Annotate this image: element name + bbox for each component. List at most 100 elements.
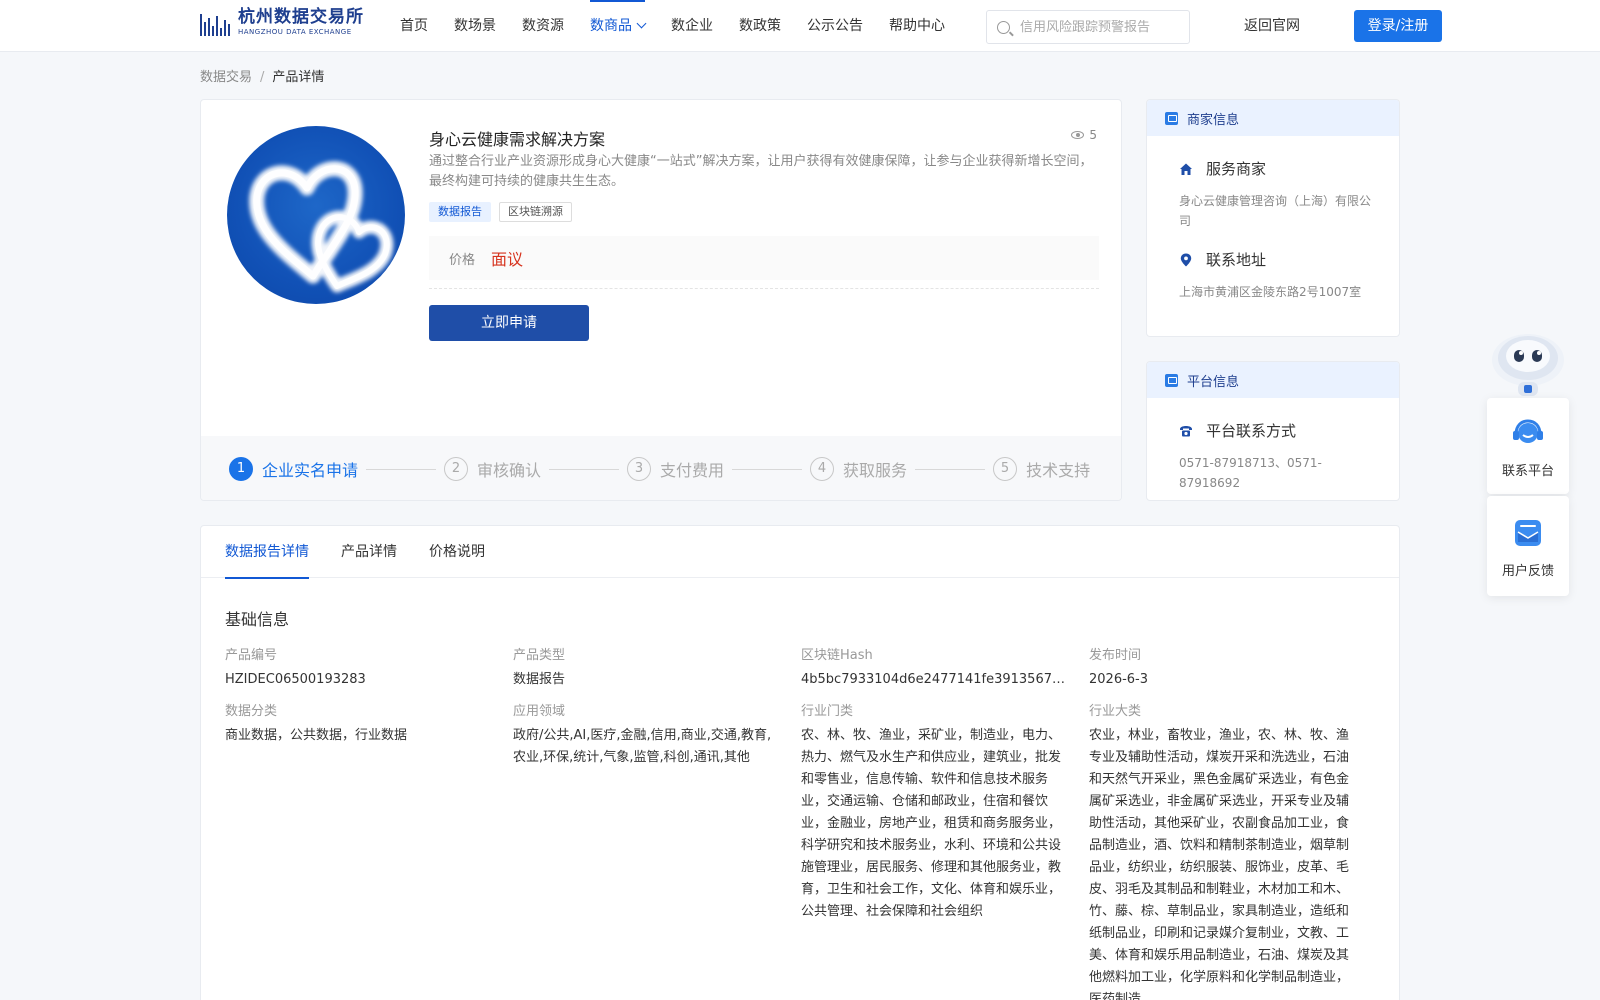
step-label: 获取服务 [843,461,908,480]
field-data-category: 数据分类 商业数据，公共数据，行业数据 [225,700,493,747]
breadcrumb-root[interactable]: 数据交易 [200,70,252,85]
field-publish-time: 发布时间 2026-6-3 [1089,644,1357,691]
field-label: 产品类型 [513,648,566,663]
field-value: 4b5bc7933104d6e2477141fe3913567974... [801,672,1069,687]
step-connector [549,468,620,470]
site-logo[interactable]: 杭州数据交易所 HANGZHOU DATA EXCHANGE [200,9,364,36]
merchant-info-header: 商家信息 [1147,100,1399,136]
search-box[interactable] [986,10,1190,44]
platform-info-title: 平台信息 [1187,374,1240,390]
contact-platform-widget[interactable]: 联系平台 [1487,398,1569,494]
platform-contact-row: 平台联系方式 0571-87918713、0571-87918692 [1147,420,1399,493]
info-card-icon [1165,111,1178,125]
step-2: 2 审核确认 [444,457,541,481]
product-description: 通过整合行业产业资源形成身心大健康“一站式”解决方案，让用户获得有效健康保障，让… [429,154,1093,189]
platform-info-header: 平台信息 [1147,362,1399,398]
user-feedback-label: 用户反馈 [1501,564,1554,579]
product-tags: 数据报告 区块链溯源 [429,202,572,222]
nav-home[interactable]: 首页 [400,0,428,52]
field-value: 农、林、牧、渔业，采矿业，制造业，电力、热力、燃气及水生产和供应业，建筑业，批发… [801,728,1062,919]
feedback-mail-icon [1515,520,1541,546]
tag-data-report: 数据报告 [429,202,491,222]
process-steps: 1 企业实名申请 2 审核确认 3 支付费用 4 获取服务 5 技术支持 [201,436,1121,500]
step-number: 3 [627,457,652,481]
merchant-address-row: 联系地址 上海市黄浦区金陵东路2号1007室 [1147,249,1399,302]
location-pin-icon [1180,253,1192,266]
platform-contact-title: 平台联系方式 [1206,422,1297,440]
field-industry-major: 行业大类 农业，林业，畜牧业，渔业，农、林、牧、渔专业及辅助性活动，煤炭开采和洗… [1089,700,1357,1000]
search-input[interactable] [1020,19,1180,35]
step-label: 技术支持 [1026,461,1091,480]
logo-subtitle: HANGZHOU DATA EXCHANGE [238,28,352,36]
user-feedback-widget[interactable]: 用户反馈 [1487,496,1569,596]
step-connector [732,468,803,470]
product-card: 身心云健康需求解决方案 5 通过整合行业产业资源形成身心大健康“一站式”解决方案… [200,99,1122,501]
step-connector [915,468,986,470]
details-card: 数据报告详情 产品详情 价格说明 基础信息 产品编号 HZIDEC0650019… [200,525,1400,1000]
step-3: 3 支付费用 [627,457,724,481]
main-nav: 首页 数场景 数资源 数商品 数企业 数政策 公示公告 帮助中心 [400,0,971,52]
field-application-domain: 应用领域 政府/公共,AI,医疗,金融,信用,商业,交通,教育,农业,环保,统计… [513,700,781,769]
platform-info-panel: 平台信息 平台联系方式 0571-87918713、0571-87918692 [1146,361,1400,501]
robot-mascot-icon [1492,334,1564,396]
step-number: 1 [229,457,253,481]
eye-icon [1071,131,1085,139]
field-label: 数据分类 [225,704,278,719]
field-label: 行业大类 [1089,704,1142,719]
details-tab-bar: 数据报告详情 产品详情 价格说明 [201,526,1399,579]
field-product-id: 产品编号 HZIDEC06500193283 [225,644,493,691]
basic-info-title: 基础信息 [225,610,290,629]
login-register-button[interactable]: 登录/注册 [1354,10,1442,42]
tab-data-report-details[interactable]: 数据报告详情 [225,526,309,579]
nav-products-label: 数商品 [590,18,632,34]
step-1: 1 企业实名申请 [229,457,358,481]
nav-enterprises[interactable]: 数企业 [671,0,713,52]
address-value: 上海市黄浦区金陵东路2号1007室 [1179,285,1362,299]
nav-scenes[interactable]: 数场景 [454,0,496,52]
breadcrumb: 数据交易 / 产品详情 [200,66,324,85]
field-label: 行业门类 [801,704,854,719]
apply-now-button[interactable]: 立即申请 [429,305,589,341]
search-icon[interactable] [997,20,1010,34]
field-value: 数据报告 [513,672,566,687]
top-header: 杭州数据交易所 HANGZHOU DATA EXCHANGE 首页 数场景 数资… [0,0,1600,52]
chevron-down-icon [636,18,647,29]
breadcrumb-current: 产品详情 [272,70,325,85]
nav-policies[interactable]: 数政策 [739,0,781,52]
nav-products[interactable]: 数商品 [590,0,647,52]
service-merchant-value: 身心云健康管理咨询（上海）有限公司 [1179,194,1372,228]
price-label: 价格 [449,252,476,268]
field-label: 应用领域 [513,704,566,719]
assistant-robot[interactable] [1490,326,1566,400]
field-blockchain-hash: 区块链Hash 4b5bc7933104d6e2477141fe39135679… [801,644,1069,691]
nav-announcements[interactable]: 公示公告 [807,0,863,52]
field-value: 商业数据，公共数据，行业数据 [225,728,408,743]
field-label: 区块链Hash [801,648,873,663]
tab-price-description[interactable]: 价格说明 [429,526,485,578]
house-icon [1180,163,1192,175]
view-count-value: 5 [1089,128,1097,142]
field-value: 政府/公共,AI,医疗,金融,信用,商业,交通,教育,农业,环保,统计,气象,监… [513,728,772,765]
field-label: 发布时间 [1089,648,1142,663]
step-number: 4 [810,457,835,481]
field-industry-sector: 行业门类 农、林、牧、渔业，采矿业，制造业，电力、热力、燃气及水生产和供应业，建… [801,700,1069,923]
info-card-icon [1165,373,1178,387]
contact-platform-label: 联系平台 [1501,464,1554,479]
back-to-site-link[interactable]: 返回官网 [1244,0,1300,52]
tag-blockchain-trace: 区块链溯源 [499,202,572,222]
field-label: 产品编号 [225,648,278,663]
price-value: 面议 [491,250,524,269]
step-label: 审核确认 [477,461,542,480]
field-value: 2026-6-3 [1089,672,1149,687]
merchant-info-title: 商家信息 [1187,112,1240,128]
breadcrumb-separator: / [260,70,265,85]
nav-help[interactable]: 帮助中心 [889,0,945,52]
logo-mark-icon [200,10,230,36]
product-title: 身心云健康需求解决方案 [429,130,606,149]
step-number: 2 [444,457,469,481]
field-value: 农业，林业，畜牧业，渔业，农、林、牧、渔专业及辅助性活动，煤炭开采和洗选业，石油… [1089,728,1350,1000]
tab-product-details[interactable]: 产品详情 [341,526,397,578]
step-4: 4 获取服务 [810,457,907,481]
nav-resources[interactable]: 数资源 [522,0,564,52]
platform-contact-value: 0571-87918713、0571-87918692 [1179,456,1322,490]
